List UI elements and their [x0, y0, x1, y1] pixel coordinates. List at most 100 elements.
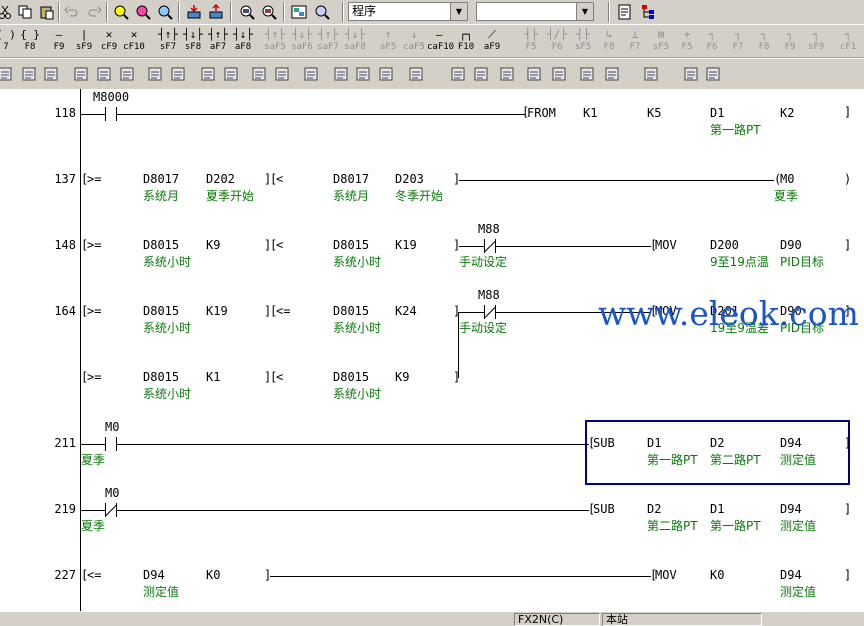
operand[interactable]: D200: [710, 238, 739, 252]
operand[interactable]: D94: [143, 568, 165, 582]
keyword-icon[interactable]: [702, 63, 724, 84]
compare-operator[interactable]: <=: [87, 568, 101, 582]
operand[interactable]: D2: [647, 502, 661, 516]
fkey-sf5-button[interactable]: ⊠ sF5: [649, 28, 673, 54]
print-icon[interactable]: [680, 63, 702, 84]
fkey-f8-button[interactable]: { } F8: [18, 28, 42, 54]
batch-icon[interactable]: [548, 63, 570, 84]
paste-icon[interactable]: [36, 1, 58, 22]
undo-icon[interactable]: [61, 1, 83, 22]
entry-data-monitor-icon[interactable]: [311, 1, 333, 22]
fkey-f5-button[interactable]: + F5: [675, 28, 699, 54]
fkey-cf1-button[interactable]: ┐ cF1: [836, 28, 860, 54]
find-instruction-icon[interactable]: [132, 1, 154, 22]
operand[interactable]: K1: [583, 106, 597, 120]
nc-contact[interactable]: [104, 503, 118, 517]
instruction-name[interactable]: SUB: [593, 436, 615, 450]
fkey-saf6-button[interactable]: ┤↓├ saF6: [290, 28, 314, 54]
monitor-write-icon[interactable]: [258, 1, 280, 22]
fkey-f7-button[interactable]: ┐ F7: [726, 28, 750, 54]
operand[interactable]: D1: [710, 106, 724, 120]
instruction-name[interactable]: MOV: [655, 238, 677, 252]
program-mode-select[interactable]: 程序 ▼: [348, 2, 468, 21]
coil-label[interactable]: M0: [780, 172, 794, 186]
fkey-af7-button[interactable]: ┤↑├ aF7: [206, 28, 230, 54]
device-comment-icon[interactable]: [470, 63, 492, 84]
operand[interactable]: D1: [710, 502, 724, 516]
read-plc-icon[interactable]: [205, 1, 227, 22]
operand[interactable]: D8015: [333, 304, 369, 318]
fkey-saf5-button[interactable]: ┤↑├ saF5: [263, 28, 287, 54]
comment-edit-icon[interactable]: [248, 63, 270, 84]
statement-edit-icon[interactable]: [271, 63, 293, 84]
nc-contact[interactable]: [483, 305, 497, 319]
line-insert-icon[interactable]: [167, 63, 189, 84]
fkey-af9-button[interactable]: ⟋ aF9: [480, 28, 504, 54]
fkey-sf9-button[interactable]: | sF9: [72, 28, 96, 54]
fkey-saf7-button[interactable]: ┤↑├ saF7: [316, 28, 340, 54]
fkey-f8-button[interactable]: ┐ F8: [752, 28, 776, 54]
operand[interactable]: K0: [206, 568, 220, 582]
transfer-setup-icon[interactable]: [447, 63, 469, 84]
operand[interactable]: D94: [780, 568, 802, 582]
diagnosis-icon[interactable]: [640, 63, 662, 84]
operand[interactable]: D8017: [143, 172, 179, 186]
compare-operator[interactable]: <: [276, 238, 283, 252]
comment-display-icon[interactable]: [614, 1, 636, 22]
chevron-down-icon[interactable]: ▼: [576, 3, 593, 20]
no-contact[interactable]: [105, 437, 117, 451]
operand[interactable]: K19: [395, 238, 417, 252]
fkey-sf8-button[interactable]: ┤↓├ sF8: [181, 28, 205, 54]
fkey-caf10-button[interactable]: — caF10: [427, 28, 454, 54]
operand[interactable]: K9: [395, 370, 409, 384]
fkey-sf9-button[interactable]: ┐ sF9: [804, 28, 828, 54]
redo-icon[interactable]: [83, 1, 105, 22]
fkey-f8-button[interactable]: ↳ F8: [597, 28, 621, 54]
compare-operator[interactable]: >=: [87, 172, 101, 186]
operand[interactable]: K24: [395, 304, 417, 318]
find-device-icon[interactable]: [110, 1, 132, 22]
operand[interactable]: K9: [206, 238, 220, 252]
block-select-icon[interactable]: [144, 63, 166, 84]
operand[interactable]: K2: [780, 106, 794, 120]
fkey-f9-button[interactable]: — F9: [47, 28, 71, 54]
compare-operator[interactable]: <=: [276, 304, 290, 318]
copy-icon[interactable]: [14, 1, 36, 22]
column-delete-icon[interactable]: [352, 63, 374, 84]
io-assign-icon[interactable]: [576, 63, 598, 84]
operand[interactable]: D94: [780, 436, 802, 450]
monitor-icon[interactable]: [40, 63, 62, 84]
operand[interactable]: D90: [780, 238, 802, 252]
operand[interactable]: K1: [206, 370, 220, 384]
instruction-name[interactable]: FROM: [527, 106, 556, 120]
fkey-sf7-button[interactable]: ┤↑├ sF7: [156, 28, 180, 54]
find-step-icon[interactable]: [154, 1, 176, 22]
project-tree-icon[interactable]: [637, 1, 659, 22]
compare-operator[interactable]: <: [276, 172, 283, 186]
row-select-icon[interactable]: [375, 63, 397, 84]
note-edit-icon[interactable]: [300, 63, 322, 84]
instruction-name[interactable]: SUB: [593, 502, 615, 516]
fkey-sf5-button[interactable]: ┤├ sF5: [571, 28, 595, 54]
read-mode-icon[interactable]: [18, 63, 40, 84]
fkey-f7-button[interactable]: ⊥ F7: [623, 28, 647, 54]
compare-operator[interactable]: >=: [87, 238, 101, 252]
fkey-cf10-button[interactable]: ✕ cF10: [122, 28, 146, 54]
param-set-icon[interactable]: [523, 63, 545, 84]
program-check-icon[interactable]: [405, 63, 427, 84]
compare-operator[interactable]: <: [276, 370, 283, 384]
operand[interactable]: D2: [710, 436, 724, 450]
operand[interactable]: D203: [395, 172, 424, 186]
operand[interactable]: D8015: [333, 238, 369, 252]
edit-mode-icon[interactable]: [0, 63, 16, 84]
convert-icon[interactable]: [116, 63, 138, 84]
operand[interactable]: D8015: [143, 370, 179, 384]
ladder-insert-icon[interactable]: [70, 63, 92, 84]
ladder-delete-icon[interactable]: [93, 63, 115, 84]
device-batch-icon[interactable]: [288, 1, 310, 22]
online-change-icon[interactable]: [601, 63, 623, 84]
operand[interactable]: D8015: [333, 370, 369, 384]
operand[interactable]: K5: [647, 106, 661, 120]
column-insert-icon[interactable]: [330, 63, 352, 84]
write-plc-icon[interactable]: [183, 1, 205, 22]
